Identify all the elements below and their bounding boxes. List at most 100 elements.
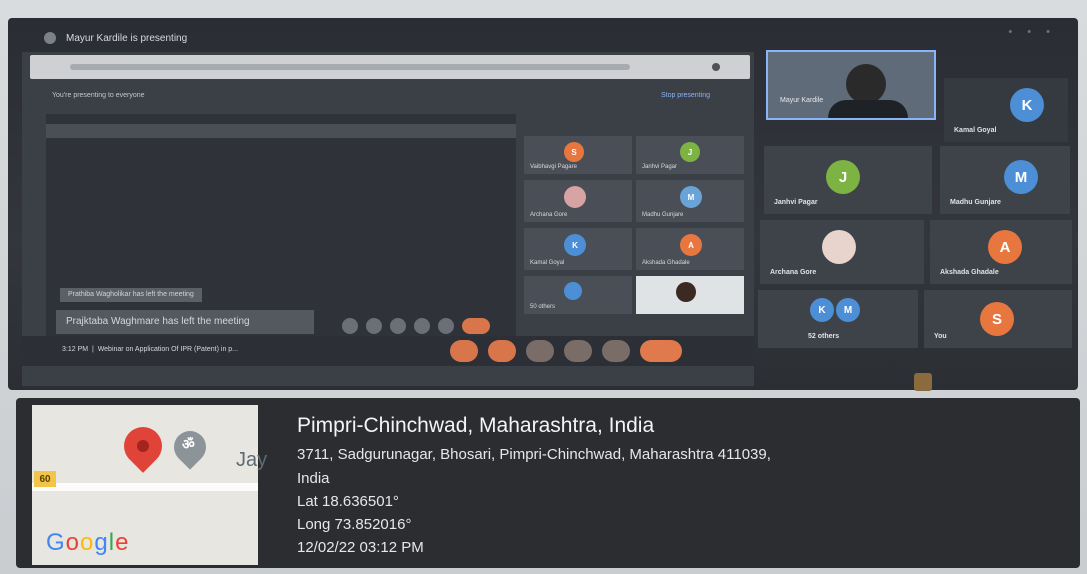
gps-camera-badge: GPS Map Camera [914,373,995,391]
participant-name: Janhvi Pagar [774,199,818,206]
participant-photo [822,230,856,264]
participant-avatar: J [826,160,860,194]
google-letter: o [65,529,81,556]
inner-self-video [636,276,744,314]
presenter-head [846,64,886,104]
inner-tile-name: Vaibhavgi Pagare [530,164,577,170]
participant-avatar: M [1004,160,1038,194]
inner-cc-icon [390,318,406,334]
inner-avatar: A [680,234,702,256]
participant-avatar: S [980,302,1014,336]
inner-avatar: M [680,186,702,208]
google-letter: o [80,529,95,556]
inner-tile-name: Janhvi Pagar [642,164,678,170]
inner-tile-name: Akshada Ghadale [642,260,690,266]
address-line-1: 3711, Sadgurunagar, Bhosari, Pimpri-Chin… [297,446,771,463]
inner-tile: K Kamal Goyal [524,228,632,270]
participant-name: You [934,333,947,340]
google-letter: e [115,529,130,556]
participant-name: Akshada Ghadale [940,269,999,276]
inner-tile: M Madhu Gunjare [636,180,744,222]
presenter-tile[interactable]: Mayur Kardile [766,50,936,120]
inner-tile: S Vaibhavgi Pagare [524,136,632,174]
camera-button[interactable] [488,340,516,362]
participant-avatar: K [1010,88,1044,122]
present-button[interactable] [564,340,592,362]
inner-call-controls [342,318,490,334]
address-line-2: India [297,470,330,487]
url-text-blur [70,64,630,70]
call-controls [450,340,682,362]
gps-camera-icon [914,373,932,391]
participant-name: 52 others [808,333,840,340]
inner-tile-name: Archana Gore [530,212,568,218]
notification-left-2: Prajktaba Waghmare has left the meeting [56,310,314,334]
presenting-label: Mayur Kardile is presenting [66,32,188,44]
url-bar-icon [712,63,720,71]
inner-tile-name: Madhu Gunjare [642,212,684,218]
longitude: Long 73.852016° [297,516,412,533]
notification-left-1: Prathiba Wagholikar has left the meeting [60,288,202,302]
inner-tile-name: 50 others [530,304,556,310]
inner-present-icon [414,318,430,334]
google-logo: Google [46,529,129,557]
participant-avatar: A [988,230,1022,264]
participant-tile[interactable]: S You [924,290,1072,348]
participant-name: Kamal Goyal [954,127,997,134]
map-place-label: Jay [236,449,268,471]
meeting-title: Webinar on Application Of IPR (Patent) i… [97,346,239,353]
participant-name: Madhu Gunjare [950,199,1001,206]
participant-tile[interactable]: M Madhu Gunjare [940,146,1070,214]
inner-avatar: S [564,142,584,162]
more-options-button[interactable] [602,340,630,362]
captions-button[interactable] [526,340,554,362]
participant-tile[interactable]: J Janhvi Pagar [764,146,932,214]
inner-avatar-photo [564,186,586,208]
shared-url-bar [30,55,750,79]
stop-presenting-button[interactable]: Stop presenting [661,92,710,99]
inner-end-call-icon [462,318,490,334]
presenting-banner: Mayur Kardile is presenting [44,32,187,44]
presenter-name: Mayur Kardile [780,97,824,104]
participant-tile[interactable]: Archana Gore [760,220,924,284]
google-letter: g [94,529,109,556]
inner-tile: 50 others [524,276,632,314]
share-note: You're presenting to everyone [52,92,145,99]
end-call-button[interactable] [640,340,682,362]
inner-tile: A Akshada Ghadale [636,228,744,270]
meeting-bottom-bar: 3:12 PM | Webinar on Application Of IPR … [22,336,754,366]
participant-tile[interactable]: K Kamal Goyal [944,78,1068,142]
latitude: Lat 18.636501° [297,493,399,510]
inner-toolbar [46,124,516,138]
map-thumbnail: 60 ॐ Jay Google [32,405,267,565]
map-road [32,483,258,491]
participant-name: Archana Gore [770,269,817,276]
mic-button[interactable] [450,340,478,362]
inner-avatar-group [564,282,582,300]
inner-more-icon [438,318,454,334]
presenter-icon [44,32,56,44]
inner-avatar: K [564,234,586,256]
participant-avatar: M [836,298,860,322]
inner-tile: J Janhvi Pagar [636,136,744,174]
presenter-body [828,100,908,118]
datetime: 12/02/22 03:12 PM [297,539,424,556]
window-controls[interactable]: • • • [1008,26,1056,38]
inner-camera-icon [366,318,382,334]
google-letter: G [46,529,66,556]
inner-tile-name: Kamal Goyal [530,260,565,266]
inner-mic-icon [342,318,358,334]
inner-tile: Archana Gore [524,180,632,222]
road-number-badge: 60 [34,471,56,487]
meeting-time: 3:12 PM | Webinar on Application Of IPR … [62,346,239,353]
participant-tile[interactable]: A Akshada Ghadale [930,220,1072,284]
location-title: Pimpri-Chinchwad, Maharashtra, India [297,414,655,437]
participant-avatar: K [810,298,834,322]
inner-avatar: J [680,142,700,162]
gps-camera-label: GPS Map Camera [938,378,996,386]
om-symbol: ॐ [182,436,195,452]
inner-self-head [676,282,696,302]
map-pin-icon [116,419,170,473]
participant-tile[interactable]: K M 52 others [758,290,918,348]
meeting-time-value: 3:12 PM [62,346,89,353]
